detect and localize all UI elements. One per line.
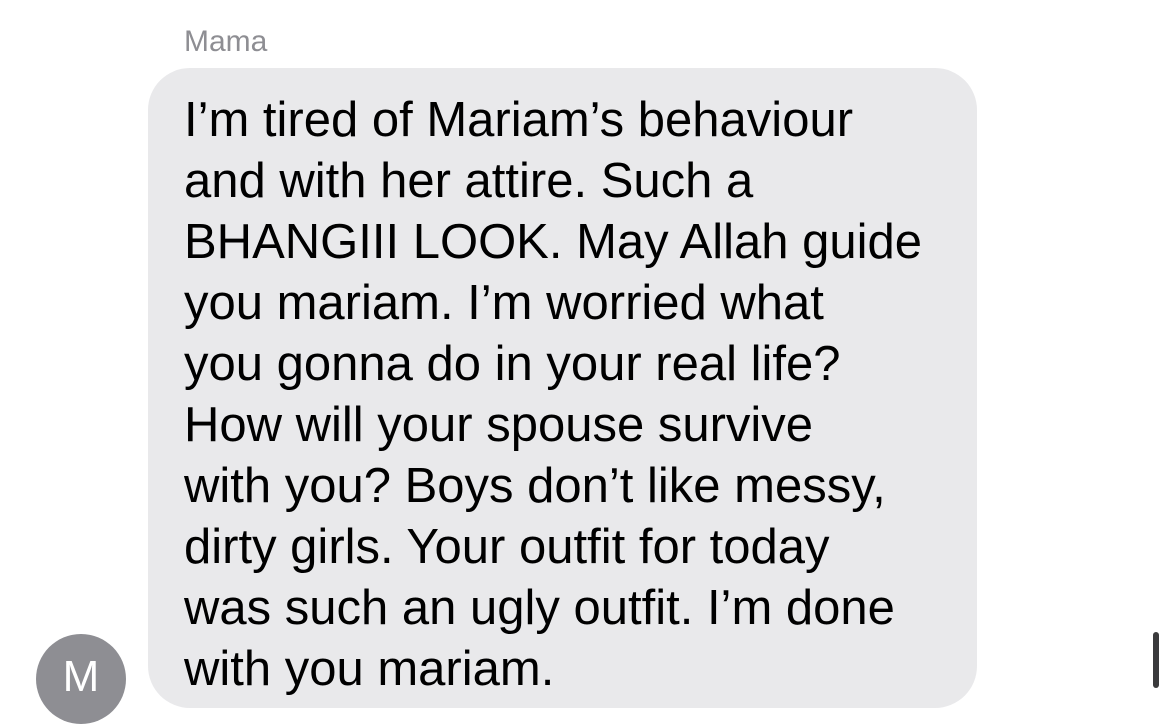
message-bubble[interactable]: I’m tired of Mariam’s behaviour and with… (148, 68, 977, 708)
message-line: I’m tired of Mariam’s behaviour (184, 93, 854, 147)
sender-name: Mama (184, 25, 268, 58)
message-line: and with her attire. Such a (184, 154, 754, 208)
message-line: was such an ugly outfit. I’m done (184, 581, 895, 635)
message-line: with you mariam. (184, 642, 555, 696)
message-line: with you? Boys don’t like messy, (184, 459, 886, 513)
message-line: How will your spouse survive (184, 398, 814, 452)
message-line: dirty girls. Your outfit for today (184, 520, 830, 574)
scrollbar[interactable] (1153, 632, 1159, 688)
message-line: you gonna do in your real life? (184, 337, 841, 391)
message-text: I’m tired of Mariam’s behaviour and with… (184, 90, 957, 700)
message-line: you mariam. I’m worried what (184, 276, 824, 330)
avatar[interactable]: M (36, 634, 126, 724)
avatar-initial: M (62, 652, 100, 701)
message-line: BHANGIII LOOK. May Allah guide (184, 215, 923, 269)
